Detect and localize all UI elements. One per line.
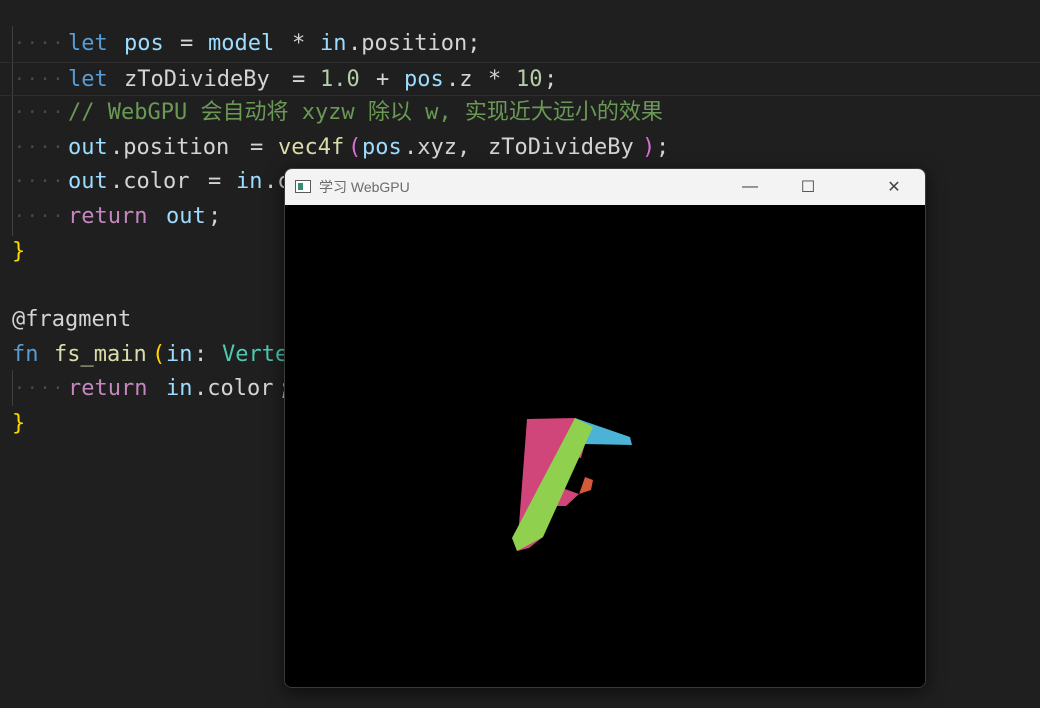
brace: } (12, 411, 26, 436)
identifier: zToDivideBy (488, 135, 634, 160)
identifier: zToDivideBy (124, 67, 270, 92)
function-call: vec4f (278, 135, 345, 160)
operator: = (292, 67, 306, 92)
code-comment: // WebGPU 会自动将 xyzw 除以 w, 实现近大远小的效果 (68, 100, 663, 125)
code-line[interactable]: ···· // WebGPU 会自动将 xyzw 除以 w, 实现近大远小的效果 (0, 96, 1040, 130)
whitespace-marker: ···· (14, 378, 66, 399)
identifier: out (68, 135, 108, 160)
operator: = (208, 169, 222, 194)
rendered-f-shape (512, 418, 632, 551)
operator: = (180, 31, 194, 56)
identifier: in (166, 342, 193, 367)
minimize-button[interactable]: — (721, 169, 779, 205)
identifier: in (236, 169, 263, 194)
close-icon: ✕ (887, 179, 901, 196)
webgpu-app-window[interactable]: 学习 WebGPU — ☐ ✕ (284, 168, 926, 688)
code-line[interactable]: ···· out .position = vec4f ( pos .xyz, z… (0, 131, 1040, 165)
maximize-button[interactable]: ☐ (779, 169, 837, 205)
punctuation: ; (208, 204, 222, 229)
number-literal: 10 (516, 67, 543, 92)
identifier: model (208, 31, 275, 56)
brace: } (12, 239, 26, 264)
operator: = (250, 135, 264, 160)
f-orange-face (579, 477, 593, 494)
keyword: fn (12, 342, 39, 367)
member-access: .position; (348, 31, 481, 56)
operator: * (488, 67, 502, 92)
type-name: Verte (222, 342, 289, 367)
code-line[interactable]: ···· let pos = model * in .position; (0, 27, 1040, 61)
member-access: .z (446, 67, 473, 92)
identifier: out (166, 204, 206, 229)
maximize-icon: ☐ (800, 179, 816, 196)
attribute: @fragment (12, 307, 132, 332)
keyword: let (68, 67, 108, 92)
keyword: return (68, 376, 148, 401)
member-access: .color (194, 376, 274, 401)
app-window-icon (295, 180, 311, 193)
number-literal: 1.0 (320, 67, 360, 92)
identifier: pos (362, 135, 402, 160)
member-access: .position (110, 135, 230, 160)
whitespace-marker: ···· (14, 171, 66, 192)
bracket: ) (642, 135, 656, 160)
whitespace-marker: ···· (14, 33, 66, 54)
identifier: in (166, 376, 193, 401)
bracket: ( (152, 342, 166, 367)
keyword: return (68, 204, 148, 229)
identifier: in (320, 31, 347, 56)
identifier: out (68, 169, 108, 194)
minimize-icon: — (742, 178, 758, 195)
webgpu-canvas[interactable] (285, 205, 925, 687)
punctuation: ; (544, 67, 558, 92)
bracket: ( (348, 135, 362, 160)
operator: + (376, 67, 390, 92)
punctuation: : (194, 342, 208, 367)
keyword: let (68, 31, 108, 56)
member-access: .color (110, 169, 190, 194)
identifier: pos (124, 31, 164, 56)
whitespace-marker: ···· (14, 102, 66, 123)
code-line-current[interactable]: ···· let zToDivideBy = 1.0 + pos .z * 10… (0, 62, 1040, 96)
function-name: fs_main (54, 342, 147, 367)
whitespace-marker: ···· (14, 69, 66, 90)
member-access: .xyz, (404, 135, 471, 160)
close-button[interactable]: ✕ (865, 169, 923, 205)
operator: * (292, 31, 306, 56)
window-titlebar[interactable]: 学习 WebGPU — ☐ ✕ (285, 169, 925, 205)
punctuation: ; (656, 135, 670, 160)
identifier: pos (404, 67, 444, 92)
window-title: 学习 WebGPU (319, 179, 410, 195)
whitespace-marker: ···· (14, 137, 66, 158)
whitespace-marker: ···· (14, 206, 66, 227)
